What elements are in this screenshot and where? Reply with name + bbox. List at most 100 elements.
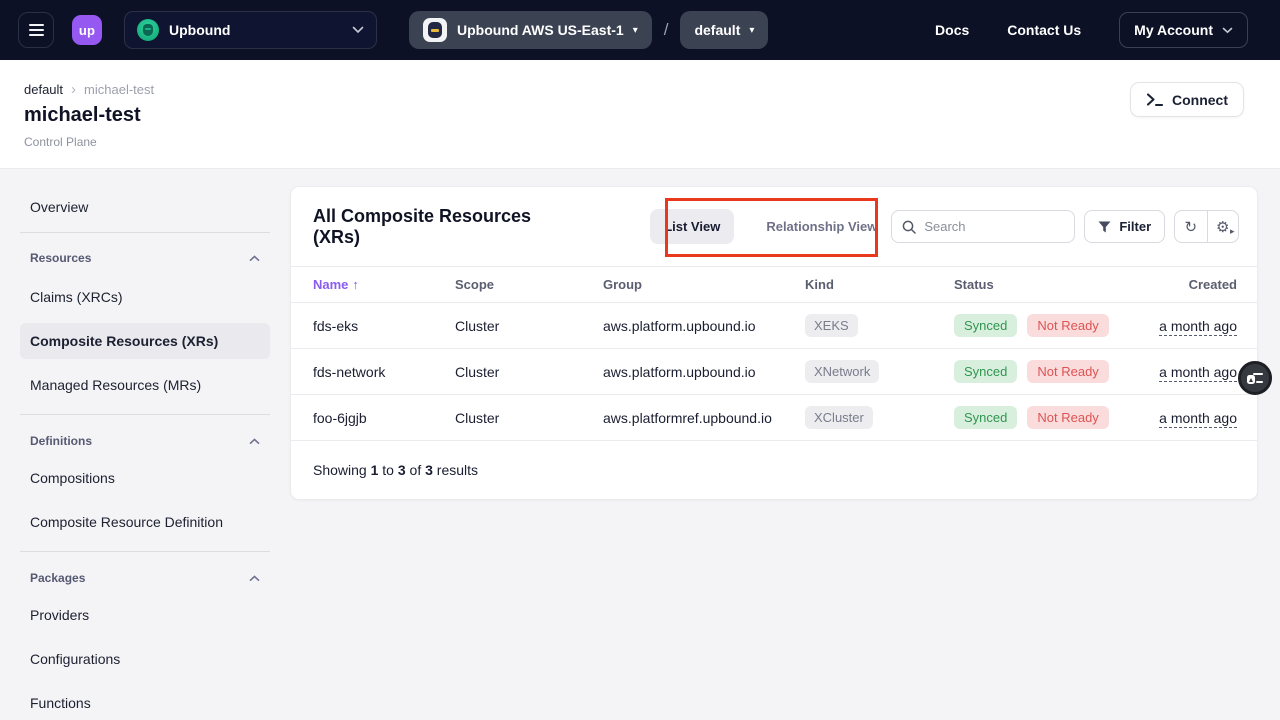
table-header-row: Name↑ Scope Group Kind Status Created (291, 266, 1257, 303)
cell-status: Synced Not Ready (954, 314, 1154, 337)
chevron-down-icon (352, 26, 364, 34)
table-row[interactable]: fds-eks Cluster aws.platform.upbound.io … (291, 303, 1257, 349)
sidebar-nav: Overview Resources Claims (XRCs) Composi… (20, 169, 270, 717)
synced-badge: Synced (954, 360, 1017, 383)
synced-badge: Synced (954, 314, 1017, 337)
chevron-up-icon (249, 255, 260, 262)
cell-kind: XCluster (805, 406, 954, 429)
kind-badge: XCluster (805, 406, 873, 429)
terminal-icon (1146, 92, 1163, 107)
table-row[interactable]: fds-network Cluster aws.platform.upbound… (291, 349, 1257, 395)
created-tooltip-text[interactable]: a month ago (1159, 364, 1237, 382)
relationship-view-tab[interactable]: Relationship View (752, 209, 891, 244)
auto-refresh-settings-icon[interactable]: ⚙▸ (1207, 211, 1238, 242)
cell-name[interactable]: fds-network (313, 364, 455, 380)
column-header-scope[interactable]: Scope (455, 277, 603, 292)
breadcrumb-slash: / (664, 20, 669, 40)
caret-down-icon: ▾ (633, 25, 638, 36)
composite-resources-card: All Composite Resources (XRs) List View … (290, 186, 1258, 500)
sidebar-item-functions[interactable]: Functions (20, 689, 270, 717)
survey-list-icon (1247, 372, 1263, 384)
cell-created: a month ago (1154, 364, 1237, 380)
page-body: Overview Resources Claims (XRCs) Composi… (0, 169, 1280, 720)
kind-badge: XNetwork (805, 360, 879, 383)
control-plane-selector-dropdown[interactable]: Upbound AWS US-East-1 ▾ (409, 11, 652, 49)
list-view-tab[interactable]: List View (650, 209, 734, 244)
sidebar-item-overview[interactable]: Overview (20, 193, 270, 221)
table-results-summary: Showing 1 to 3 of 3 results (291, 441, 1257, 498)
sidebar-item-providers[interactable]: Providers (20, 601, 270, 629)
play-icon: ▸ (1230, 226, 1235, 237)
column-header-kind[interactable]: Kind (805, 277, 954, 292)
caret-down-icon: ▾ (749, 25, 754, 36)
sidebar-section-packages[interactable]: Packages (20, 566, 270, 590)
synced-badge: Synced (954, 406, 1017, 429)
sidebar-item-composite-resource-definition[interactable]: Composite Resource Definition (20, 508, 270, 536)
sidebar-item-composite-resources-xrs[interactable]: Composite Resources (XRs) (20, 323, 270, 359)
table-actions-group: ↻ ⚙▸ (1174, 210, 1239, 243)
control-plane-selector-label: Upbound AWS US-East-1 (457, 22, 624, 38)
sidebar-divider (20, 414, 270, 415)
breadcrumb: default › michael-test (24, 82, 1244, 97)
search-box (891, 210, 1075, 243)
created-tooltip-text[interactable]: a month ago (1159, 410, 1237, 428)
sidebar-section-resources[interactable]: Resources (20, 246, 270, 270)
cell-name[interactable]: foo-6jgjb (313, 410, 455, 426)
connect-button[interactable]: Connect (1130, 82, 1244, 117)
cell-group: aws.platform.upbound.io (603, 364, 805, 380)
feedback-widget-button[interactable] (1238, 361, 1272, 395)
sidebar-item-managed-resources-mrs[interactable]: Managed Resources (MRs) (20, 371, 270, 399)
breadcrumb-root[interactable]: default (24, 82, 63, 97)
breadcrumb-leaf: michael-test (84, 82, 154, 97)
sidebar-item-compositions[interactable]: Compositions (20, 464, 270, 492)
filter-button-label: Filter (1119, 219, 1151, 234)
hamburger-menu-button[interactable] (18, 12, 54, 48)
gear-icon: ⚙▸ (1216, 218, 1229, 236)
org-selector-dropdown[interactable]: Upbound (124, 11, 377, 49)
filter-button[interactable]: Filter (1084, 210, 1165, 243)
column-header-created[interactable]: Created (1154, 277, 1237, 292)
group-selector-dropdown[interactable]: default ▾ (680, 11, 768, 49)
sidebar-divider (20, 551, 270, 552)
created-tooltip-text[interactable]: a month ago (1159, 318, 1237, 336)
cell-scope: Cluster (455, 364, 603, 380)
column-header-group[interactable]: Group (603, 277, 805, 292)
cell-status: Synced Not Ready (954, 360, 1154, 383)
cell-kind: XNetwork (805, 360, 954, 383)
sidebar-item-claims-xrcs[interactable]: Claims (XRCs) (20, 283, 270, 311)
results-to: 3 (398, 462, 406, 478)
results-total: 3 (425, 462, 433, 478)
sidebar-section-label: Definitions (30, 434, 92, 448)
view-toggle: List View Relationship View (650, 209, 891, 244)
sidebar-item-configurations[interactable]: Configurations (20, 645, 270, 673)
org-selector-label: Upbound (169, 22, 230, 38)
cell-group: aws.platformref.upbound.io (603, 410, 805, 426)
results-from: 1 (371, 462, 379, 478)
upbound-logo-text: up (79, 23, 95, 38)
cell-created: a month ago (1154, 410, 1237, 426)
chevron-down-icon (1222, 27, 1233, 34)
card-header: All Composite Resources (XRs) List View … (291, 187, 1257, 266)
org-avatar-icon (137, 19, 159, 41)
contact-us-link[interactable]: Contact Us (1007, 22, 1081, 38)
sidebar-section-definitions[interactable]: Definitions (20, 429, 270, 453)
upbound-logo[interactable]: up (72, 15, 102, 45)
search-input[interactable] (924, 219, 1064, 234)
table-row[interactable]: foo-6jgjb Cluster aws.platformref.upboun… (291, 395, 1257, 441)
page-title: michael-test (24, 104, 1244, 127)
cell-scope: Cluster (455, 318, 603, 334)
cell-name[interactable]: fds-eks (313, 318, 455, 334)
cell-scope: Cluster (455, 410, 603, 426)
column-header-status[interactable]: Status (954, 277, 1154, 292)
cell-group: aws.platform.upbound.io (603, 318, 805, 334)
sort-ascending-icon: ↑ (352, 277, 359, 292)
connect-button-label: Connect (1172, 92, 1228, 108)
column-header-name[interactable]: Name↑ (313, 277, 455, 292)
chevron-right-icon: › (71, 82, 76, 97)
my-account-dropdown[interactable]: My Account (1119, 12, 1248, 48)
docs-link[interactable]: Docs (935, 22, 969, 38)
group-selector-label: default (694, 22, 740, 38)
refresh-icon[interactable]: ↻ (1175, 211, 1206, 242)
control-plane-icon (423, 18, 447, 42)
kind-badge: XEKS (805, 314, 858, 337)
